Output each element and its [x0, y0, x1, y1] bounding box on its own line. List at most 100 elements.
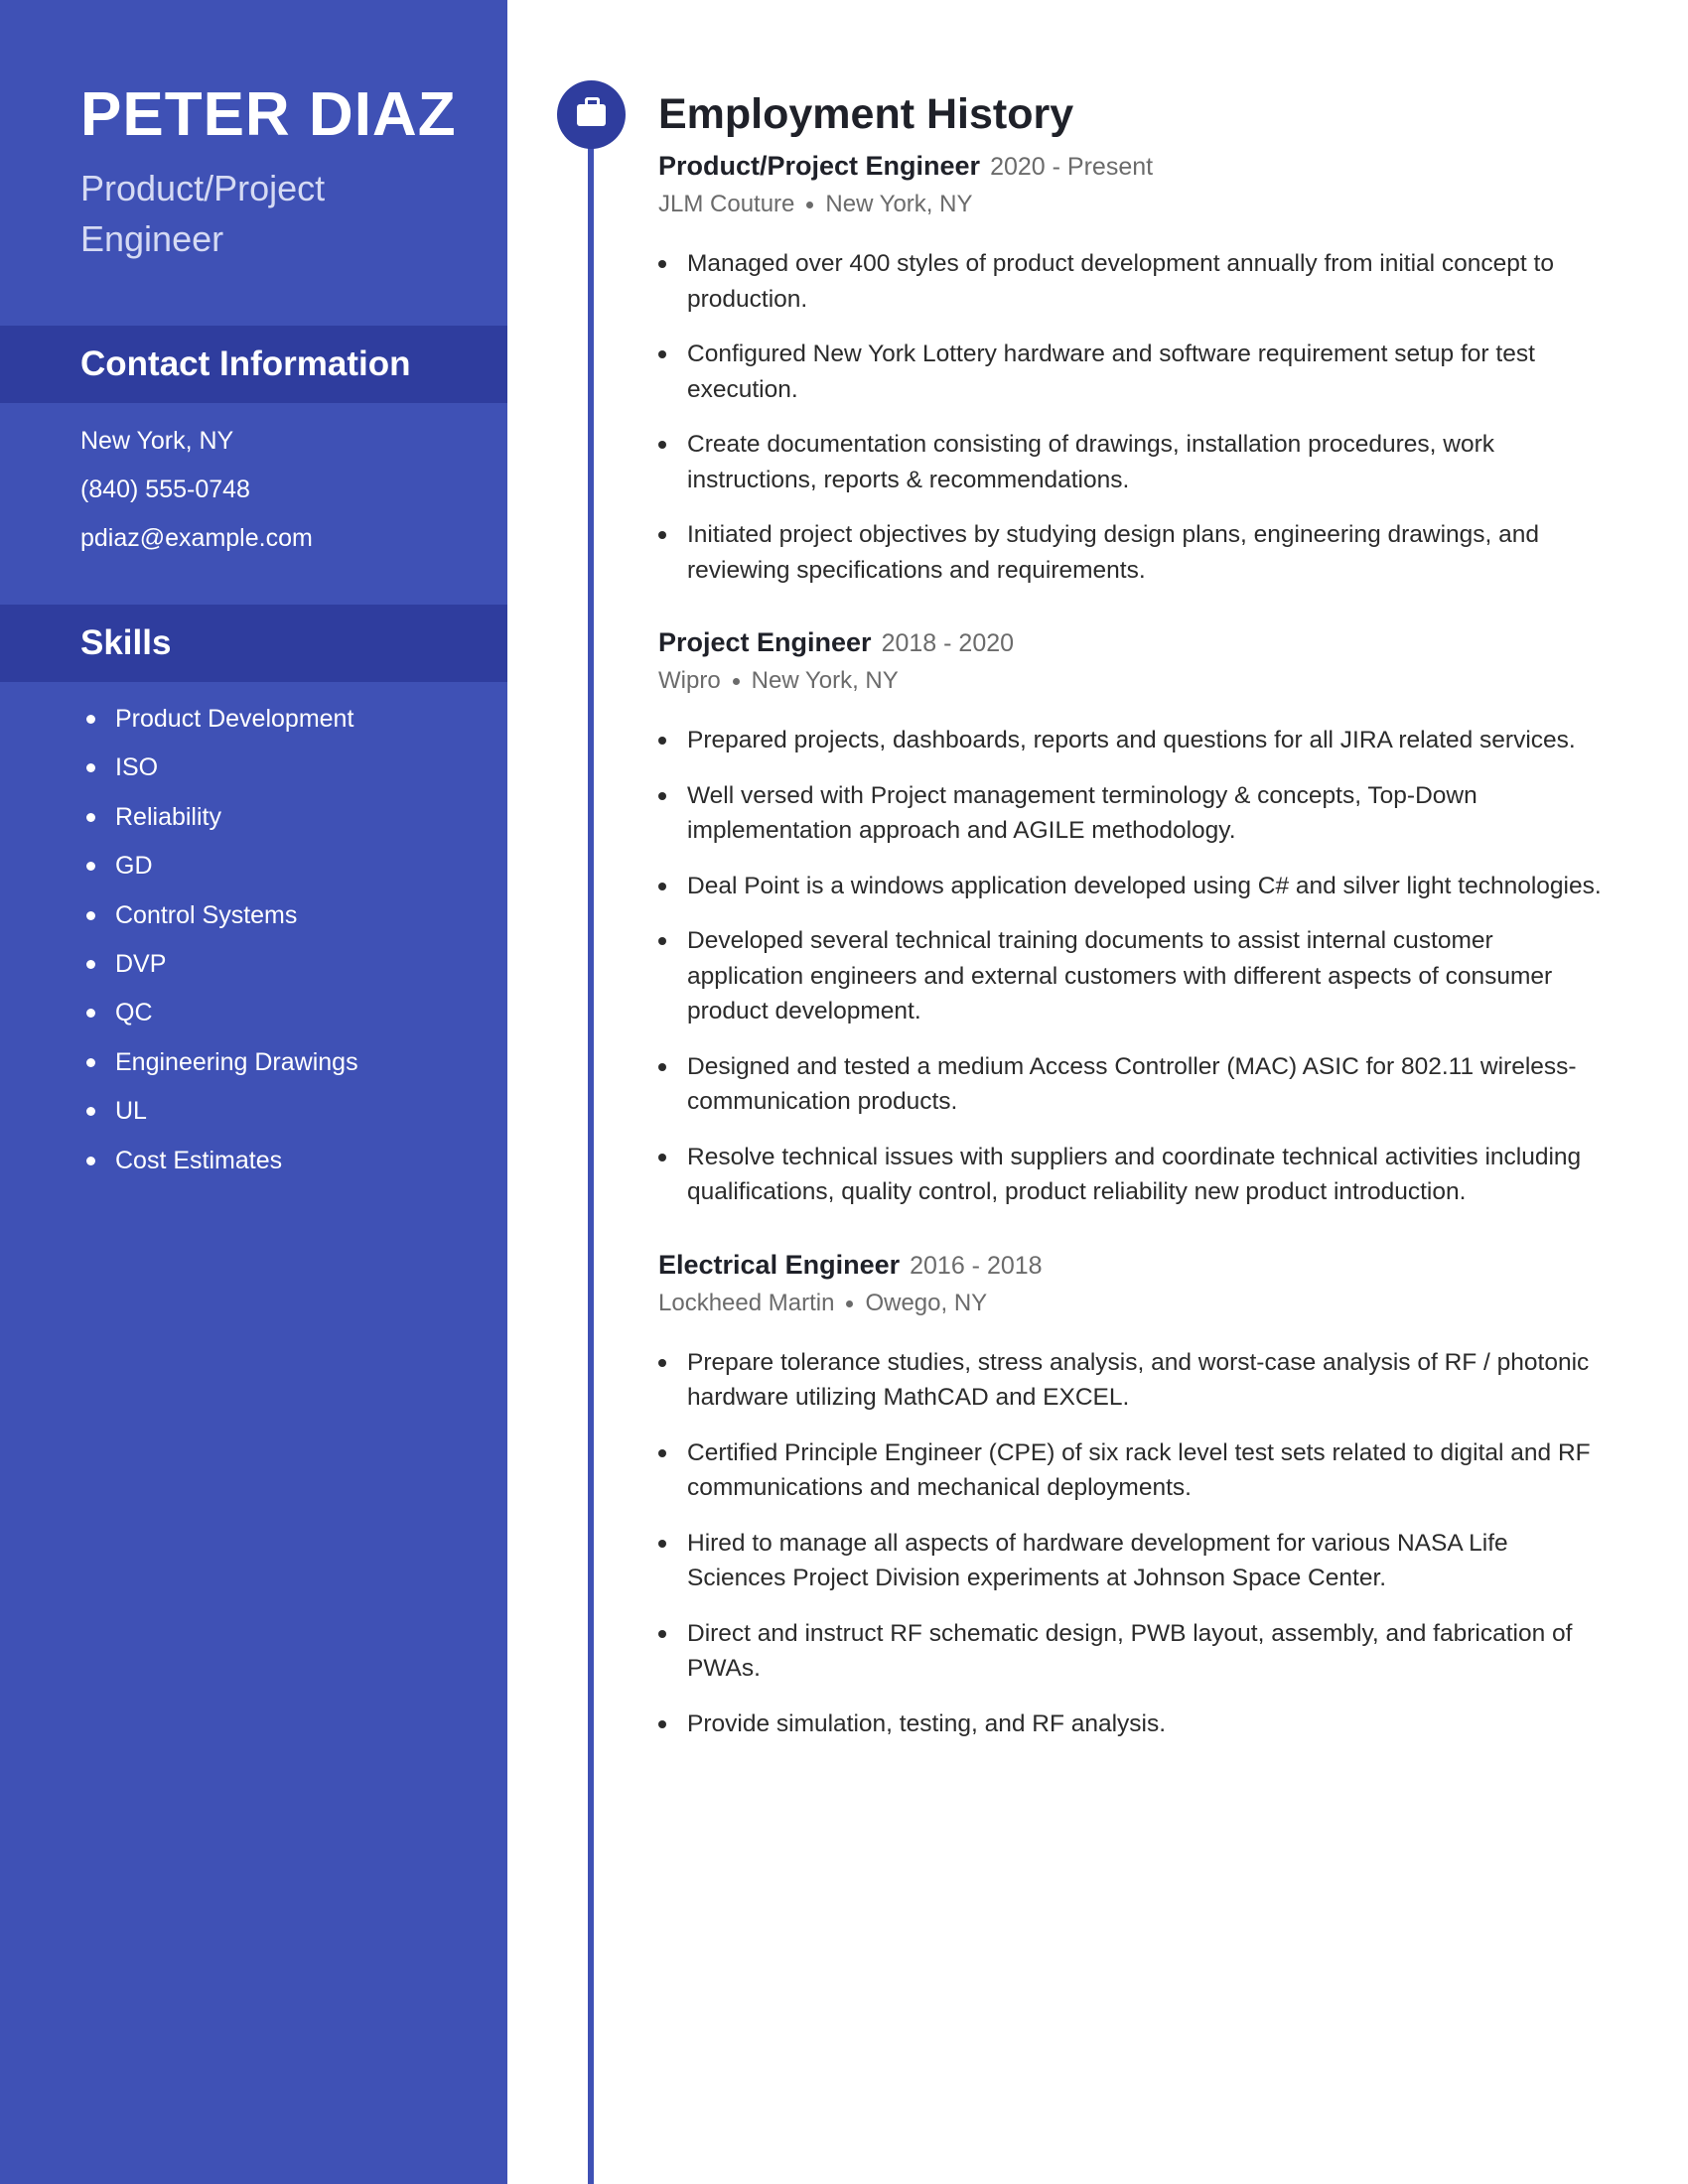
sidebar: PETER DIAZ Product/Project Engineer Cont… — [0, 0, 507, 2184]
bullet-text: Hired to manage all aspects of hardware … — [687, 1529, 1508, 1592]
bullet-item: Provide simulation, testing, and RF anal… — [658, 1706, 1612, 1742]
bullet-icon — [86, 812, 95, 822]
job-bullets: Prepared projects, dashboards, reports a… — [658, 723, 1612, 1210]
employment-section: Employment History Product/Project Engin… — [658, 83, 1612, 1761]
bullet-icon — [86, 1009, 95, 1019]
skill-item: Product Development — [80, 699, 358, 748]
job-header: Project Engineer 2018 - 2020 — [658, 622, 1612, 663]
bullet-text: Prepared projects, dashboards, reports a… — [687, 727, 1576, 753]
skill-label: Engineering Drawings — [115, 1047, 358, 1076]
bullet-item: Configured New York Lottery hardware and… — [658, 337, 1612, 407]
job-dates: 2018 - 2020 — [881, 629, 1015, 657]
bullet-text: Designed and tested a medium Access Cont… — [687, 1052, 1577, 1116]
job-title: Product/Project Engineer — [658, 151, 981, 181]
job-bullets: Prepare tolerance studies, stress analys… — [658, 1345, 1612, 1742]
job-entry: Project Engineer 2018 - 2020 Wipro New Yor… — [658, 622, 1612, 1210]
bullet-icon — [658, 882, 666, 890]
briefcase-icon — [577, 97, 606, 126]
job-company: Lockheed Martin — [658, 1289, 835, 1316]
timeline-line — [588, 119, 594, 2184]
contact-list: New York, NY (840) 555-0748 pdiaz@exampl… — [80, 421, 313, 567]
job-entry: Product/Project Engineer 2020 - Present J… — [658, 146, 1612, 588]
bullet-item: Direct and instruct RF schematic design,… — [658, 1616, 1612, 1687]
bullet-icon — [658, 1062, 666, 1071]
bullet-icon — [658, 260, 666, 268]
skill-label: ISO — [115, 753, 159, 782]
contact-heading: Contact Information — [80, 344, 411, 383]
skill-label: GD — [115, 852, 153, 881]
bullet-item: Hired to manage all aspects of hardware … — [658, 1526, 1612, 1596]
contact-location: New York, NY — [80, 427, 234, 455]
bullet-icon — [658, 937, 666, 945]
job-header: Electrical Engineer 2016 - 2018 — [658, 1245, 1612, 1286]
job-title: Electrical Engineer — [658, 1249, 901, 1280]
job-company: JLM Couture — [658, 191, 795, 217]
bullet-icon — [86, 959, 95, 969]
bullet-icon — [658, 1539, 666, 1548]
section-badge — [557, 80, 626, 149]
bullet-text: Provide simulation, testing, and RF anal… — [687, 1709, 1167, 1737]
bullet-item: Create documentation consisting of drawi… — [658, 427, 1612, 497]
bullet-icon — [658, 1358, 666, 1367]
bullet-item: Resolve technical issues with suppliers … — [658, 1140, 1612, 1210]
bullet-icon — [86, 1156, 95, 1165]
skills-heading: Skills — [80, 623, 172, 662]
bullet-item: Initiated project objectives by studying… — [658, 517, 1612, 588]
separator-dot-icon — [732, 678, 740, 686]
skill-item: Control Systems — [80, 895, 358, 944]
contact-email[interactable]: pdiaz@example.com — [80, 518, 313, 567]
separator-dot-icon — [806, 202, 814, 209]
bullet-icon — [86, 862, 95, 872]
skills-list: Product Development ISO Reliability GD C… — [80, 699, 358, 1189]
job-meta: JLM Couture New York, NY — [658, 187, 1612, 222]
job-location: New York, NY — [825, 191, 973, 217]
contact-phone[interactable]: (840) 555-0748 — [80, 470, 313, 518]
bullet-icon — [86, 1107, 95, 1117]
bullet-text: Resolve technical issues with suppliers … — [687, 1143, 1582, 1206]
bullet-icon — [86, 1057, 95, 1067]
job-dates: 2020 - Present — [990, 153, 1154, 181]
bullet-icon — [86, 715, 95, 724]
job-meta: Wipro New York, NY — [658, 663, 1612, 699]
employment-heading: Employment History — [658, 90, 1074, 138]
job-meta: Lockheed Martin Owego, NY — [658, 1286, 1612, 1321]
job-dates: 2016 - 2018 — [910, 1251, 1043, 1280]
skill-item: ISO — [80, 748, 358, 796]
skill-item: Cost Estimates — [80, 1141, 358, 1189]
bullet-icon — [658, 350, 666, 358]
bullet-text: Prepare tolerance studies, stress analys… — [687, 1348, 1590, 1412]
bullet-text: Direct and instruct RF schematic design,… — [687, 1619, 1573, 1683]
bullet-icon — [86, 910, 95, 920]
bullet-text: Managed over 400 styles of product devel… — [687, 250, 1554, 313]
job-entry: Electrical Engineer 2016 - 2018 Lockheed … — [658, 1245, 1612, 1742]
skill-label: DVP — [115, 949, 167, 978]
bullet-item: Developed several technical training doc… — [658, 923, 1612, 1029]
job-header: Product/Project Engineer 2020 - Present — [658, 146, 1612, 187]
bullet-item: Designed and tested a medium Access Cont… — [658, 1049, 1612, 1120]
bullet-item: Deal Point is a windows application deve… — [658, 869, 1612, 904]
skill-item: Engineering Drawings — [80, 1042, 358, 1091]
job-bullets: Managed over 400 styles of product devel… — [658, 246, 1612, 588]
bullet-text: Configured New York Lottery hardware and… — [687, 341, 1535, 403]
skill-item: GD — [80, 846, 358, 894]
bullet-icon — [658, 1448, 666, 1457]
job-location: Owego, NY — [865, 1289, 988, 1316]
bullet-icon — [658, 1153, 666, 1161]
bullet-item: Prepare tolerance studies, stress analys… — [658, 1345, 1612, 1416]
bullet-item: Managed over 400 styles of product devel… — [658, 246, 1612, 317]
bullet-text: Developed several technical training doc… — [687, 927, 1553, 1024]
bullet-icon — [658, 1629, 666, 1638]
skill-item: Reliability — [80, 797, 358, 846]
bullet-text: Certified Principle Engineer (CPE) of si… — [687, 1438, 1591, 1502]
contact-section-header: Contact Information — [0, 326, 507, 403]
skill-item: DVP — [80, 944, 358, 993]
job-title: Project Engineer — [658, 627, 872, 657]
skill-label: UL — [115, 1097, 147, 1126]
bullet-item: Certified Principle Engineer (CPE) of si… — [658, 1435, 1612, 1506]
bullet-item: Well versed with Project management term… — [658, 778, 1612, 849]
bullet-icon — [658, 791, 666, 800]
skill-item: QC — [80, 993, 358, 1041]
bullet-text: Initiated project objectives by studying… — [687, 521, 1540, 584]
bullet-item: Prepared projects, dashboards, reports a… — [658, 723, 1612, 758]
bullet-text: Well versed with Project management term… — [687, 781, 1477, 845]
